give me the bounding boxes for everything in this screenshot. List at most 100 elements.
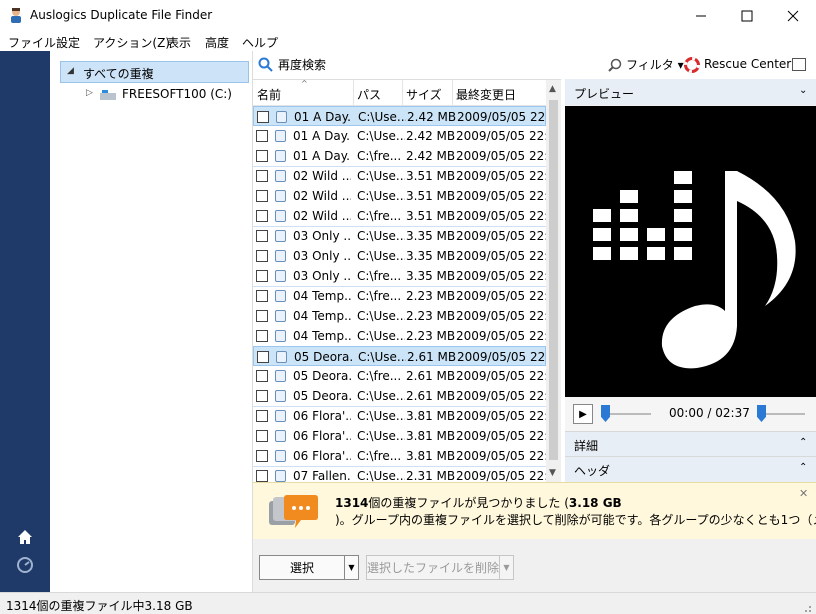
table-row[interactable]: 05 Deora... C:\fre... 2.61 MB2009/05/05 22… xyxy=(253,366,560,386)
audio-file-icon xyxy=(275,310,286,322)
cell-name: 04 Temp... xyxy=(293,289,351,303)
scroll-down-icon[interactable]: ▼ xyxy=(549,468,556,478)
close-icon[interactable]: ✕ xyxy=(799,487,808,500)
seek-handle[interactable] xyxy=(601,405,610,422)
table-row[interactable]: 05 Deora...C:\Use...2.61 MB2009/05/05 22… xyxy=(253,346,561,366)
close-button[interactable] xyxy=(770,0,816,31)
volume-bar[interactable] xyxy=(765,413,805,415)
cell-modified: 2009/05/05 22:... xyxy=(456,169,560,183)
chevron-down-icon[interactable]: ⌄ xyxy=(799,85,807,96)
row-checkbox[interactable] xyxy=(256,230,268,242)
tree-item-drive[interactable]: ▷ FREESOFT100 (C:) xyxy=(86,85,246,105)
table-row[interactable]: 06 Flora'... C:\Use... 3.81 MB 2009/05/05 2… xyxy=(253,406,560,426)
menu-settings[interactable]: 設定 xyxy=(56,34,80,51)
table-row[interactable]: 02 Wild ... C:\Use... 3.51 MB 2009/05/05 22… xyxy=(253,186,560,206)
cell-modified: 2009/05/05 22:... xyxy=(456,209,560,223)
scroll-thumb[interactable] xyxy=(549,100,558,460)
table-row[interactable]: 04 Temp... C:\Use... 2.23 MB 2009/05/05 22:… xyxy=(253,306,560,326)
delete-selected-button[interactable]: 選択したファイルを削除 xyxy=(366,555,500,580)
row-checkbox[interactable] xyxy=(256,390,268,402)
table-row[interactable]: 06 Flora'... C:\fre... 3.81 MB 2009/05/05 2… xyxy=(253,446,560,466)
table-row[interactable]: 05 Deora...C:\Use...2.61 MB2009/05/05 22… xyxy=(253,386,560,406)
resize-grip-icon[interactable] xyxy=(800,601,812,613)
seek-bar[interactable] xyxy=(603,413,651,415)
row-checkbox[interactable] xyxy=(256,250,268,262)
row-checkbox[interactable] xyxy=(256,310,268,322)
minimize-button[interactable] xyxy=(678,0,724,31)
row-checkbox[interactable] xyxy=(256,330,268,342)
column-header-size[interactable]: サイズ xyxy=(406,86,442,103)
row-checkbox[interactable] xyxy=(257,111,269,123)
cell-size: 2.61 MB xyxy=(406,369,456,383)
row-checkbox[interactable] xyxy=(256,410,268,422)
table-row[interactable]: 03 Only ... C:\Use... 3.35 MB 2009/05/05 22… xyxy=(253,246,560,266)
status-text: 1314個の重複ファイル中3.18 GB xyxy=(6,599,193,613)
filter-button[interactable]: フィルタ ▾ xyxy=(626,56,684,73)
menu-file[interactable]: ファイル xyxy=(8,34,56,51)
expand-arrow-icon[interactable]: ◢ xyxy=(67,66,74,76)
menu-action[interactable]: アクション(Z) xyxy=(93,34,170,51)
table-row[interactable]: 03 Only ... C:\fre... 3.35 MB 2009/05/05 22… xyxy=(253,266,560,286)
row-checkbox[interactable] xyxy=(256,370,268,382)
play-button[interactable]: ▶ xyxy=(573,404,593,424)
panel-toggle-icon[interactable] xyxy=(792,58,806,71)
menu-advanced[interactable]: 高度 xyxy=(205,34,229,51)
row-checkbox[interactable] xyxy=(256,270,268,282)
table-row[interactable]: 01 A Day...C:\Use...2.42 MB2009/05/05 22… xyxy=(253,126,560,146)
home-icon[interactable] xyxy=(14,526,36,548)
collapse-arrow-icon[interactable]: ▷ xyxy=(86,88,93,98)
row-checkbox[interactable] xyxy=(256,210,268,222)
table-row[interactable]: 03 Only ... C:\Use... 3.35 MB 2009/05/05 22… xyxy=(253,226,560,246)
cell-path: C:\fre... xyxy=(357,149,402,163)
rescan-icon[interactable] xyxy=(258,57,273,72)
select-button[interactable]: 選択 xyxy=(259,555,345,580)
cell-path: C:\Use... xyxy=(357,189,405,203)
chevron-up-icon[interactable]: ⌃ xyxy=(799,437,807,448)
column-header-path[interactable]: パス xyxy=(357,86,381,103)
play-icon: ▶ xyxy=(579,408,587,420)
cell-modified: 2009/05/05 22:... xyxy=(456,369,560,383)
table-row[interactable]: 06 Flora'... C:\Use... 3.81 MB 2009/05/05 2… xyxy=(253,426,560,446)
scroll-up-icon[interactable]: ▲ xyxy=(549,84,556,94)
menu-help[interactable]: ヘルプ xyxy=(242,34,278,51)
vertical-scrollbar[interactable]: ▲ ▼ xyxy=(546,80,561,483)
select-dropdown-button[interactable]: ▼ xyxy=(345,555,359,580)
row-checkbox[interactable] xyxy=(256,150,268,162)
delete-dropdown-button[interactable]: ▼ xyxy=(500,555,514,580)
menu-view[interactable]: 表示 xyxy=(167,34,191,51)
row-checkbox[interactable] xyxy=(256,170,268,182)
volume-handle[interactable] xyxy=(757,405,766,422)
audio-file-icon xyxy=(275,190,286,202)
table-row[interactable]: 01 A Day...C:\Use...2.42 MB2009/05/05 22… xyxy=(253,106,561,126)
chevron-up-icon[interactable]: ⌃ xyxy=(799,462,807,473)
table-row[interactable]: 02 Wild ... C:\fre... 3.51 MB 2009/05/05 22… xyxy=(253,206,560,226)
app-icon xyxy=(11,8,21,23)
rescan-button[interactable]: 再度検索 xyxy=(278,56,326,73)
table-row[interactable]: 02 Wild ... C:\Use... 3.51 MB 2009/05/05 22… xyxy=(253,166,560,186)
details-section[interactable]: 詳細 ⌃ xyxy=(565,431,816,456)
tree-item-all-duplicates[interactable]: ◢ すべての重複 xyxy=(60,61,249,83)
table-row[interactable]: 04 Temp... C:\fre... 2.23 MB 2009/05/05 22:… xyxy=(253,286,560,306)
scan-history-icon[interactable] xyxy=(14,554,36,576)
table-row[interactable]: 04 Temp... C:\Use... 2.23 MB 2009/05/05 22:… xyxy=(253,326,560,346)
title-bar: Auslogics Duplicate File Finder xyxy=(0,0,816,31)
row-checkbox[interactable] xyxy=(257,351,269,363)
row-checkbox[interactable] xyxy=(256,430,268,442)
row-checkbox[interactable] xyxy=(256,290,268,302)
table-row[interactable]: 01 A Day... C:\fre... 2.42 MB2009/05/05 22… xyxy=(253,146,560,166)
rescue-center-button[interactable]: Rescue Center xyxy=(704,57,791,71)
lifebuoy-icon[interactable] xyxy=(684,57,700,73)
row-checkbox[interactable] xyxy=(256,470,268,482)
row-checkbox[interactable] xyxy=(256,190,268,202)
row-checkbox[interactable] xyxy=(256,450,268,462)
row-checkbox[interactable] xyxy=(256,130,268,142)
column-header-name[interactable]: 名前 xyxy=(257,86,281,103)
cell-name: 01 A Day... xyxy=(294,110,352,124)
audio-file-icon xyxy=(275,170,286,182)
audio-file-icon xyxy=(276,111,287,123)
header-section[interactable]: ヘッダ ⌃ xyxy=(565,456,816,482)
column-header-modified[interactable]: 最終変更日 xyxy=(456,86,516,103)
cell-path: C:\Use... xyxy=(357,429,405,443)
maximize-button[interactable] xyxy=(724,0,770,31)
filter-icon[interactable] xyxy=(608,58,622,72)
